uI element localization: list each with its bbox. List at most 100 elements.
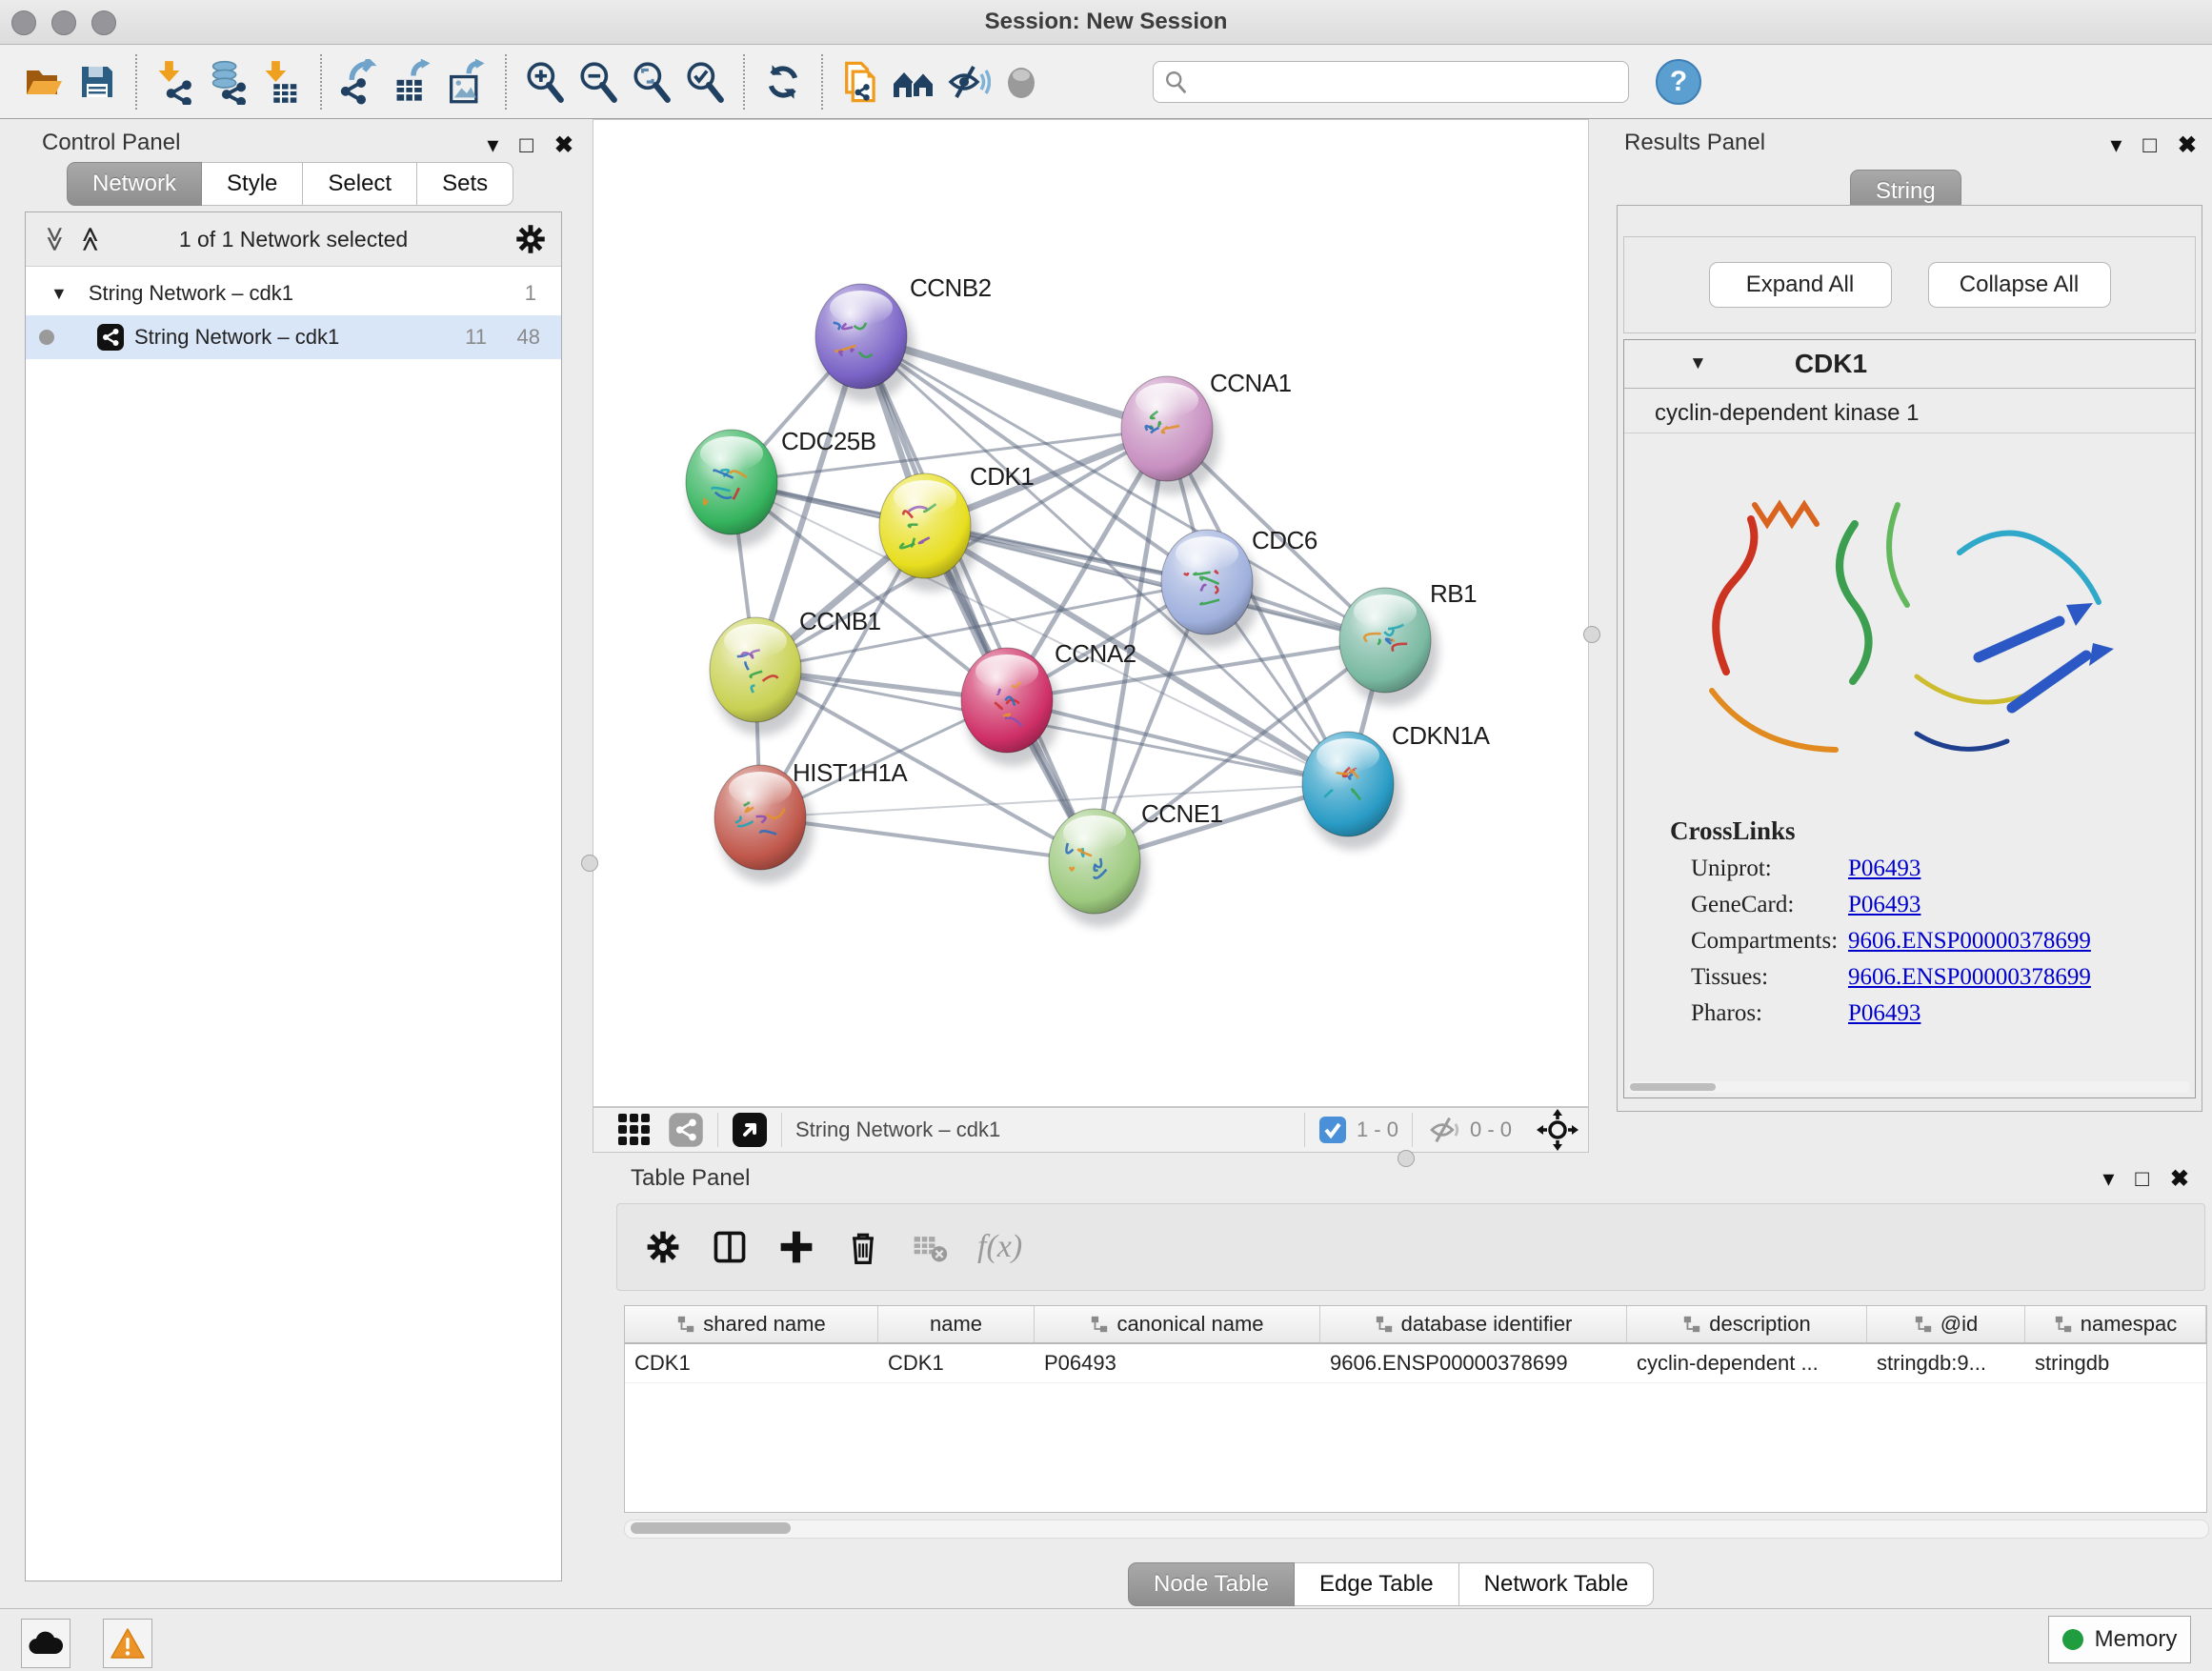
graph-node-ccne1[interactable]: CCNE1 — [1049, 799, 1223, 927]
clone-network-button[interactable] — [835, 53, 888, 111]
tab-node-table[interactable]: Node Table — [1128, 1562, 1295, 1606]
save-session-button[interactable] — [70, 53, 124, 111]
zoom-in-button[interactable] — [518, 53, 572, 111]
graph-node-cdkn1a[interactable]: CDKN1A — [1302, 721, 1491, 850]
table-options-gear-button[interactable] — [644, 1228, 682, 1266]
import-table-button[interactable] — [255, 53, 309, 111]
open-session-button[interactable] — [17, 53, 70, 111]
shared-column-icon — [2054, 1315, 2073, 1334]
export-table-button[interactable] — [387, 53, 440, 111]
node-details-card: ▼ CDK1 cyclin-dependent kinase 1 — [1623, 339, 2196, 1098]
graph-node-cdk1[interactable]: CDK1 — [879, 462, 1034, 592]
collapse-all-button[interactable]: Collapse All — [1928, 262, 2111, 308]
warning-button[interactable] — [103, 1619, 152, 1668]
table-hscrollbar[interactable] — [624, 1520, 2209, 1539]
graph-node-cdc25b[interactable]: CDC25B — [686, 427, 876, 548]
tab-network-table[interactable]: Network Table — [1459, 1562, 1655, 1606]
zoom-out-button[interactable] — [572, 53, 625, 111]
network-canvas[interactable]: CCNB2CCNA1CDC25BCDK1CDC6RB1CCNB1CCNA2CDK… — [593, 120, 1590, 1108]
cell-name[interactable]: CDK1 — [878, 1344, 1035, 1382]
crosslink-link[interactable]: 9606.ENSP00000378699 — [1848, 928, 2091, 955]
column-header-namespac[interactable]: namespac — [2025, 1306, 2206, 1342]
network-options-gear-button[interactable] — [513, 222, 548, 256]
selected-checkbox[interactable] — [1318, 1116, 1347, 1144]
column-header-shared-name[interactable]: shared name — [625, 1306, 878, 1342]
graph-node-rb1[interactable]: RB1 — [1339, 579, 1477, 706]
window-title: Session: New Session — [0, 9, 2212, 35]
shared-column-icon — [1375, 1315, 1394, 1334]
crosslink-link[interactable]: P06493 — [1848, 1000, 1920, 1027]
export-network-button[interactable] — [333, 53, 387, 111]
panel-float-icon[interactable]: □ — [2142, 132, 2157, 159]
table-row[interactable]: CDK1CDK1P064939606.ENSP00000378699cyclin… — [625, 1344, 2206, 1383]
graph-node-hist1h1a[interactable]: HIST1H1A — [714, 758, 908, 883]
results-hscrollbar[interactable] — [1628, 1081, 2190, 1093]
tree-network-row[interactable]: String Network – cdk1 11 48 — [26, 315, 561, 359]
zoom-fit-button[interactable] — [625, 53, 678, 111]
column-header-label: name — [930, 1312, 982, 1337]
zoom-selected-button[interactable] — [678, 53, 732, 111]
panel-close-icon[interactable]: ✖ — [2170, 1165, 2189, 1193]
delete-column-button[interactable] — [844, 1228, 882, 1266]
panel-close-icon[interactable]: ✖ — [2178, 131, 2197, 159]
panel-menu-icon[interactable]: ▾ — [487, 131, 498, 159]
cell-description[interactable]: cyclin-dependent ... — [1627, 1344, 1867, 1382]
column-header-name[interactable]: name — [878, 1306, 1035, 1342]
graph-node-ccna1[interactable]: CCNA1 — [1121, 369, 1292, 494]
show-all-button[interactable] — [995, 53, 1048, 111]
tab-edge-table[interactable]: Edge Table — [1295, 1562, 1459, 1606]
help-button[interactable]: ? — [1656, 59, 1701, 105]
graph-node-ccnb2[interactable]: CCNB2 — [815, 273, 992, 402]
crosslink-link[interactable]: 9606.ENSP00000378699 — [1848, 964, 2091, 991]
panel-float-icon[interactable]: □ — [2135, 1166, 2149, 1193]
export-image-button[interactable] — [440, 53, 493, 111]
tree-expander-icon[interactable]: ▼ — [50, 284, 68, 304]
import-network-database-button[interactable] — [202, 53, 255, 111]
birdseye-button[interactable] — [732, 1112, 768, 1148]
tab-network[interactable]: Network — [67, 162, 202, 206]
tab-select[interactable]: Select — [303, 162, 417, 206]
first-neighbors-button[interactable] — [888, 53, 941, 111]
show-columns-button[interactable] — [711, 1228, 749, 1266]
graph-node-ccna2[interactable]: CCNA2 — [961, 639, 1136, 766]
expand-all-button[interactable]: Expand All — [1709, 262, 1892, 308]
create-column-button[interactable] — [777, 1228, 815, 1266]
memory-button[interactable]: Memory — [2048, 1616, 2191, 1663]
refresh-button[interactable] — [756, 53, 810, 111]
crosslink-link[interactable]: P06493 — [1848, 892, 1920, 918]
panel-menu-icon[interactable]: ▾ — [2110, 131, 2122, 159]
entry-expander-icon[interactable]: ▼ — [1689, 353, 1707, 374]
cell-database-identifier[interactable]: 9606.ENSP00000378699 — [1320, 1344, 1627, 1382]
import-network-file-button[interactable] — [149, 53, 202, 111]
zoom-in-icon — [523, 60, 567, 104]
view-grid-button[interactable] — [616, 1112, 653, 1148]
cell-id[interactable]: stringdb:9... — [1867, 1344, 2025, 1382]
refresh-icon — [761, 60, 805, 104]
column-header-id[interactable]: @id — [1867, 1306, 2025, 1342]
panel-float-icon[interactable]: □ — [519, 132, 533, 159]
tab-style[interactable]: Style — [202, 162, 303, 206]
cell-namespac[interactable]: stringdb — [2025, 1344, 2206, 1382]
view-share-button[interactable] — [668, 1112, 704, 1148]
panel-menu-icon[interactable]: ▾ — [2102, 1165, 2114, 1193]
cloud-button[interactable] — [21, 1619, 70, 1668]
column-header-database-identifier[interactable]: database identifier — [1320, 1306, 1627, 1342]
splitter-handle[interactable] — [581, 855, 598, 872]
hide-selected-button[interactable] — [941, 53, 995, 111]
column-header-canonical-name[interactable]: canonical name — [1035, 1306, 1320, 1342]
search-input[interactable] — [1188, 69, 1619, 95]
cell-canonical-name[interactable]: P06493 — [1035, 1344, 1320, 1382]
network-view[interactable]: CCNB2CCNA1CDC25BCDK1CDC6RB1CCNB1CCNA2CDK… — [593, 119, 1589, 1107]
panel-close-icon[interactable]: ✖ — [554, 131, 573, 159]
tree-root-row[interactable]: ▼ String Network – cdk1 1 — [26, 272, 561, 315]
crosslink-link[interactable]: P06493 — [1848, 856, 1920, 882]
crosslink-label: Pharos: — [1691, 1000, 1848, 1027]
column-header-description[interactable]: description — [1627, 1306, 1867, 1342]
crosslink-row: Uniprot:P06493 — [1624, 846, 2195, 882]
pan-tool-button[interactable] — [1537, 1109, 1579, 1151]
crosslink-row: Compartments:9606.ENSP00000378699 — [1624, 918, 2195, 955]
tab-sets[interactable]: Sets — [417, 162, 513, 206]
cell-shared-name[interactable]: CDK1 — [625, 1344, 878, 1382]
graph-node-ccnb1[interactable]: CCNB1 — [710, 607, 881, 735]
edge-count: 48 — [517, 325, 540, 350]
